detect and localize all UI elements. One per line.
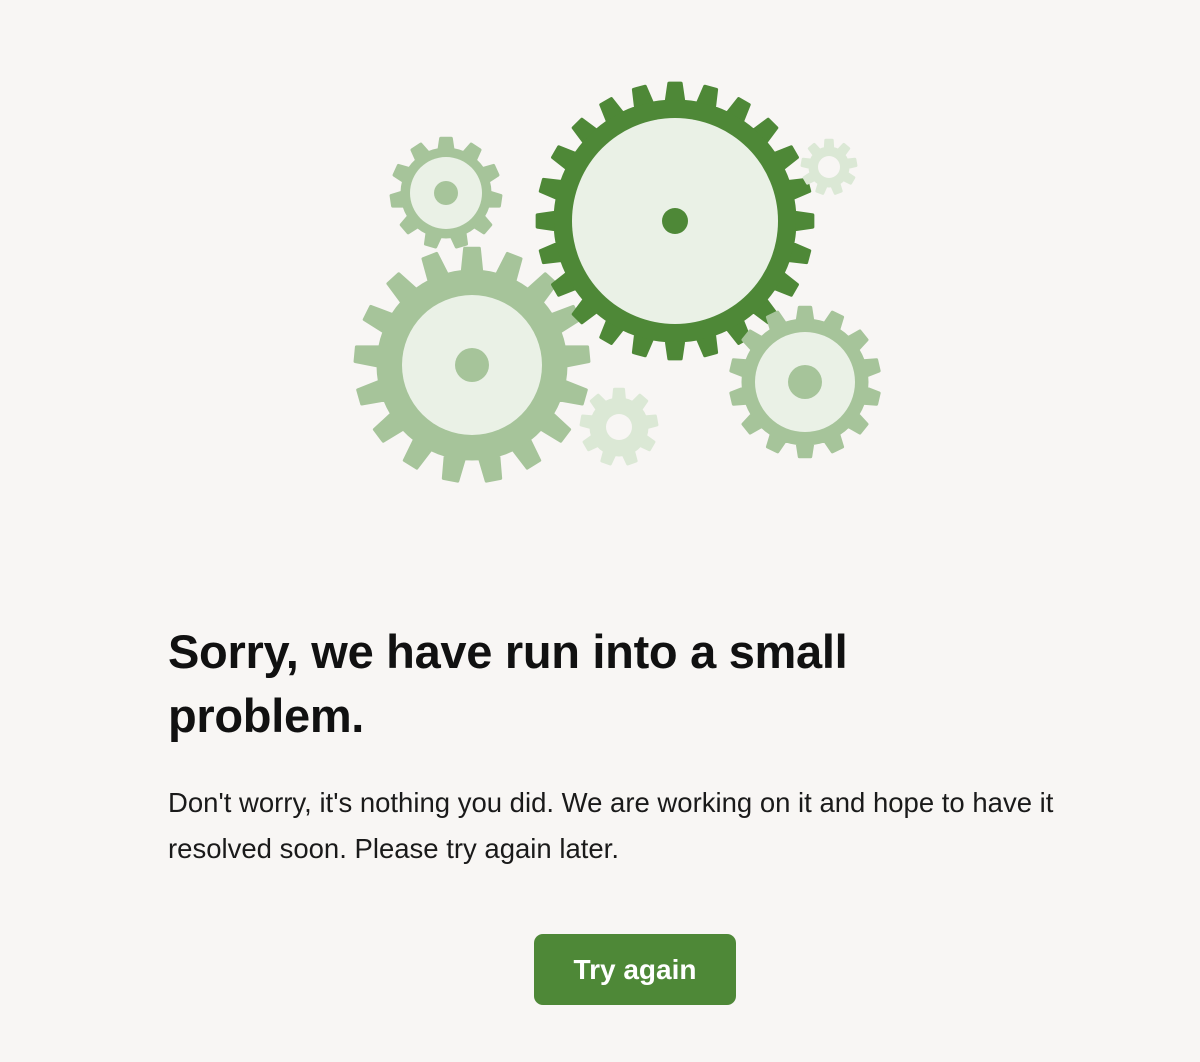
gear-axle [455, 348, 489, 382]
error-message: Don't worry, it's nothing you did. We ar… [168, 787, 1054, 864]
tiny-top-right-gear-icon [800, 138, 858, 195]
gear-hub [606, 414, 632, 440]
top-left-small-gear-icon [389, 136, 503, 249]
error-heading: Sorry, we have run into a small problem. [168, 625, 848, 742]
gear-axle [662, 208, 688, 234]
gears-illustration [353, 81, 881, 483]
gear-hub [818, 156, 840, 178]
tiny-center-gear-icon [579, 387, 659, 466]
bottom-right-gear-icon [729, 305, 881, 459]
gear-axle [788, 365, 822, 399]
try-again-button[interactable]: Try again [534, 934, 736, 1005]
gear-axle [434, 181, 458, 205]
